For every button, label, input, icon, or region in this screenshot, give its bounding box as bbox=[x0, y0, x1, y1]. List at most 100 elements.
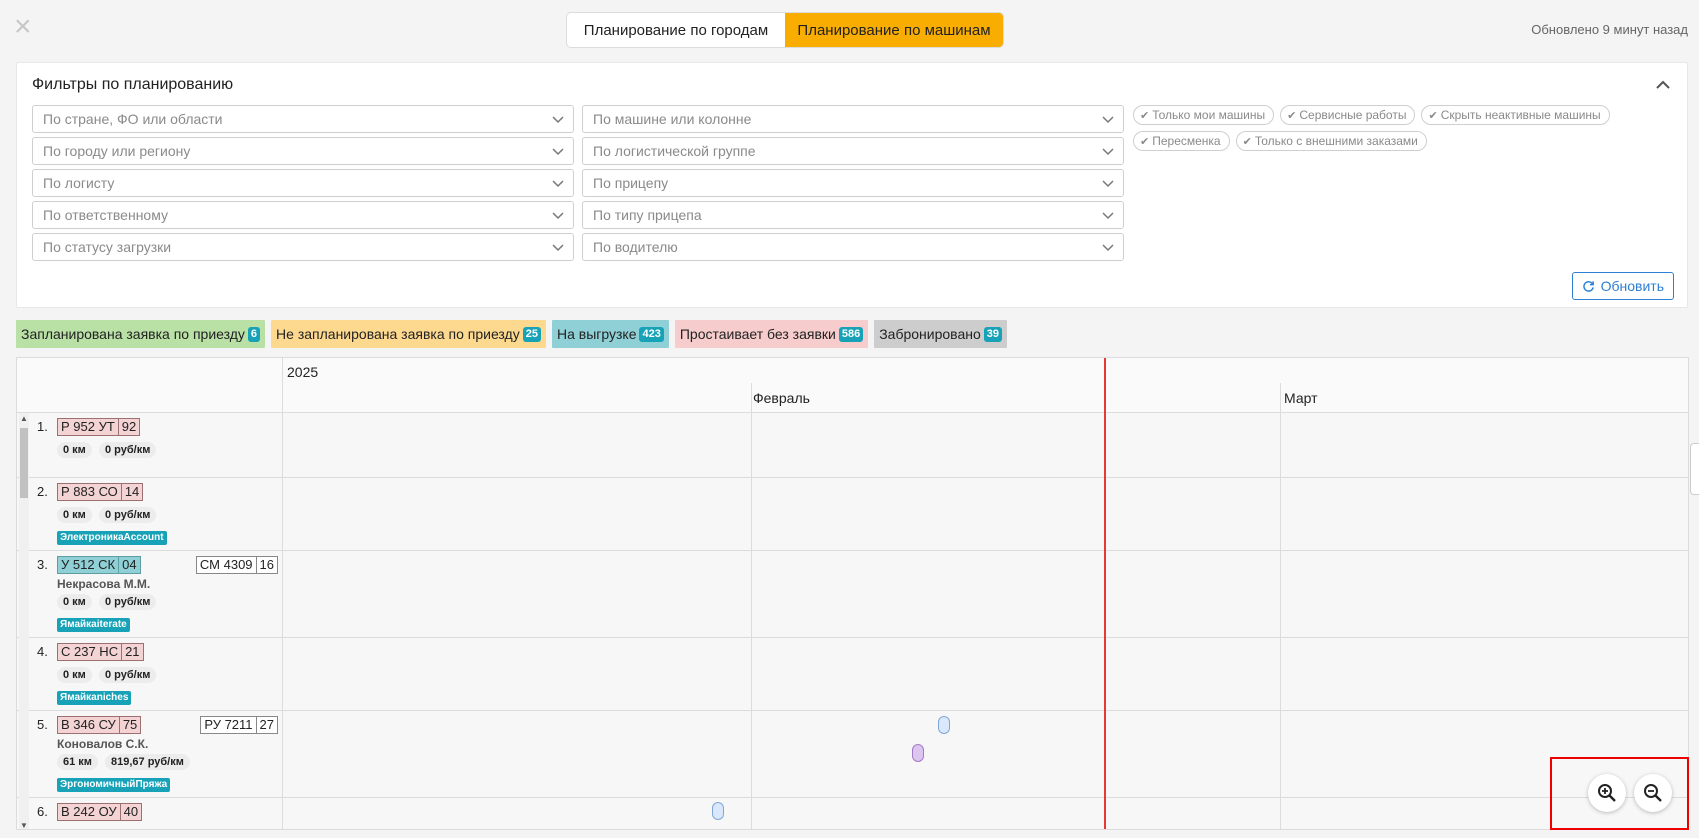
filter-vehicle[interactable]: По машине или колонне bbox=[582, 105, 1124, 133]
vehicle-info: 2. Р 883 СО 14 0 км 0 руб/км ЭлектроникаA… bbox=[17, 478, 283, 550]
vehicle-info: 1. Р 952 УТ 92 0 км 0 руб/км bbox=[17, 413, 283, 477]
vehicle-row[interactable]: 6. В 242 ОУ 40 bbox=[17, 798, 1688, 829]
filter-city[interactable]: По городу или региону bbox=[32, 137, 574, 165]
vehicle-info: 3. У 512 СК 04 СМ 4309 16 Некрасова М.М. 0… bbox=[17, 551, 283, 637]
rate: 0 руб/км bbox=[99, 594, 157, 610]
chevron-down-icon bbox=[552, 212, 564, 220]
timeline-year: 2025 bbox=[287, 364, 319, 380]
chevron-down-icon bbox=[552, 180, 564, 188]
vehicle-row[interactable]: 1. Р 952 УТ 92 0 км 0 руб/км bbox=[17, 413, 1688, 478]
timeline-month-february: Февраль bbox=[753, 390, 810, 406]
filter-placeholder: По статусу загрузки bbox=[43, 239, 172, 255]
legend-label: Простаивает без заявки bbox=[679, 326, 836, 342]
scroll-up-icon[interactable]: ▲ bbox=[20, 414, 28, 423]
trailer-plate[interactable]: РУ 7211 27 bbox=[200, 716, 278, 734]
rate: 0 руб/км bbox=[99, 442, 157, 458]
legend-unloading[interactable]: На выгрузке 423 bbox=[551, 320, 669, 348]
vehicle-row[interactable]: 4. С 237 НС 21 0 км 0 руб/км Ямайкаniches bbox=[17, 638, 1688, 711]
plate-number: У 512 СК bbox=[61, 557, 116, 572]
legend-label: Забронировано bbox=[879, 326, 981, 342]
legend-not-planned[interactable]: Не запланирована заявка по приезду 25 bbox=[271, 320, 546, 348]
chevron-down-icon bbox=[1102, 148, 1114, 156]
vehicle-plate[interactable]: В 346 СУ 75 bbox=[57, 716, 142, 734]
row-number: 3. bbox=[37, 557, 48, 572]
filter-logistic-group[interactable]: По логистической группе bbox=[582, 137, 1124, 165]
chip-my-vehicles[interactable]: ✔ Только мои машины bbox=[1133, 105, 1275, 125]
legend-label: Не запланирована заявка по приезду bbox=[276, 326, 520, 342]
filter-placeholder: По типу прицепа bbox=[593, 207, 702, 223]
timeline-event[interactable] bbox=[912, 744, 924, 762]
refresh-button[interactable]: Обновить bbox=[1571, 272, 1674, 300]
tab-vehicles[interactable]: Планирование по машинам bbox=[785, 13, 1003, 47]
vehicle-info: 5. В 346 СУ 75 РУ 7211 27 Коновалов С.К. 6… bbox=[17, 711, 283, 797]
filter-responsible[interactable]: По ответственному bbox=[32, 201, 574, 229]
client-tag: ЭргономичныйПряжа bbox=[57, 778, 171, 792]
chevron-down-icon bbox=[1102, 212, 1114, 220]
filter-trailer-type[interactable]: По типу прицепа bbox=[582, 201, 1124, 229]
row-number: 1. bbox=[37, 419, 48, 434]
vehicle-info: 6. В 242 ОУ 40 bbox=[17, 798, 283, 829]
chevron-down-icon bbox=[552, 148, 564, 156]
legend-count: 423 bbox=[639, 326, 664, 342]
legend-planned[interactable]: Запланирована заявка по приезду 6 bbox=[16, 320, 266, 348]
legend-booked[interactable]: Забронировано 39 bbox=[874, 320, 1008, 348]
plate-number: В 346 СУ bbox=[61, 717, 116, 732]
chevron-down-icon bbox=[1102, 116, 1114, 124]
legend-idle[interactable]: Простаивает без заявки 586 bbox=[674, 320, 869, 348]
filter-logist[interactable]: По логисту bbox=[32, 169, 574, 197]
chevron-up-icon[interactable] bbox=[1655, 77, 1671, 93]
mileage: 0 км bbox=[57, 594, 92, 610]
tab-cities[interactable]: Планирование по городам bbox=[567, 13, 785, 47]
zoom-in-icon bbox=[1598, 784, 1616, 802]
vehicle-plate[interactable]: В 242 ОУ 40 bbox=[57, 803, 143, 821]
vehicle-row[interactable]: 5. В 346 СУ 75 РУ 7211 27 Коновалов С.К. 6… bbox=[17, 711, 1688, 798]
side-panel-handle[interactable] bbox=[1690, 443, 1699, 495]
filter-placeholder: По машине или колонне bbox=[593, 111, 752, 127]
plate-number: Р 952 УТ bbox=[61, 419, 115, 434]
filter-placeholder: По логистической группе bbox=[593, 143, 756, 159]
plate-number: В 242 ОУ bbox=[61, 804, 117, 819]
filter-trailer[interactable]: По прицепу bbox=[582, 169, 1124, 197]
chip-hide-inactive[interactable]: ✔ Скрыть неактивные машины bbox=[1421, 105, 1610, 125]
filter-chips: ✔ Только мои машины ✔ Сервисные работы ✔ Ск… bbox=[1133, 105, 1653, 151]
client-tag: Ямайкаiterate bbox=[57, 618, 130, 632]
scrollbar-thumb[interactable] bbox=[20, 428, 28, 498]
close-icon[interactable]: × bbox=[14, 12, 36, 42]
filter-driver[interactable]: По водителю bbox=[582, 233, 1124, 261]
zoom-out-button[interactable] bbox=[1634, 774, 1672, 812]
plate-region: 14 bbox=[120, 484, 142, 500]
driver-name: Коновалов С.К. bbox=[57, 737, 149, 751]
vehicle-plate[interactable]: С 237 НС 21 bbox=[57, 643, 144, 661]
vehicle-plate[interactable]: У 512 СК 04 bbox=[57, 556, 141, 574]
refresh-icon bbox=[1582, 280, 1594, 292]
chip-label: Скрыть неактивные машины bbox=[1440, 108, 1601, 122]
filter-placeholder: По стране, ФО или области bbox=[43, 111, 223, 127]
zoom-out-icon bbox=[1644, 784, 1662, 802]
updated-status: Обновлено 9 минут назад bbox=[1531, 22, 1688, 37]
chip-shift-change[interactable]: ✔ Пересменка bbox=[1133, 131, 1230, 151]
vehicle-plate[interactable]: Р 883 СО 14 bbox=[57, 483, 144, 501]
mileage: 0 км bbox=[57, 442, 92, 458]
chip-label: Только мои машины bbox=[1152, 108, 1266, 122]
rate: 819,67 руб/км bbox=[105, 754, 190, 770]
mileage: 0 км bbox=[57, 667, 92, 683]
timeline-event[interactable] bbox=[938, 716, 950, 734]
zoom-in-button[interactable] bbox=[1588, 774, 1626, 812]
timeline-event[interactable] bbox=[712, 802, 724, 820]
row-number: 4. bbox=[37, 644, 48, 659]
chip-external-orders[interactable]: ✔ Только с внешними заказами bbox=[1235, 131, 1427, 151]
vehicle-row[interactable]: 2. Р 883 СО 14 0 км 0 руб/км ЭлектроникаA… bbox=[17, 478, 1688, 551]
filter-load-status[interactable]: По статусу загрузки bbox=[32, 233, 574, 261]
vehicle-plate[interactable]: Р 952 УТ 92 bbox=[57, 418, 141, 436]
legend-count: 586 bbox=[838, 326, 864, 342]
plate-number: С 237 НС bbox=[61, 644, 119, 659]
status-legend: Запланирована заявка по приезду 6 Не запл… bbox=[16, 320, 1008, 348]
timeline-header-left bbox=[17, 358, 283, 413]
trailer-plate[interactable]: СМ 4309 16 bbox=[195, 556, 278, 574]
vehicle-row[interactable]: 3. У 512 СК 04 СМ 4309 16 Некрасова М.М. 0… bbox=[17, 551, 1688, 638]
check-icon: ✔ bbox=[1242, 135, 1252, 148]
legend-count: 6 bbox=[247, 326, 261, 342]
chip-service-works[interactable]: ✔ Сервисные работы bbox=[1280, 105, 1416, 125]
scroll-down-icon[interactable]: ▼ bbox=[20, 821, 28, 829]
filter-country[interactable]: По стране, ФО или области bbox=[32, 105, 574, 133]
